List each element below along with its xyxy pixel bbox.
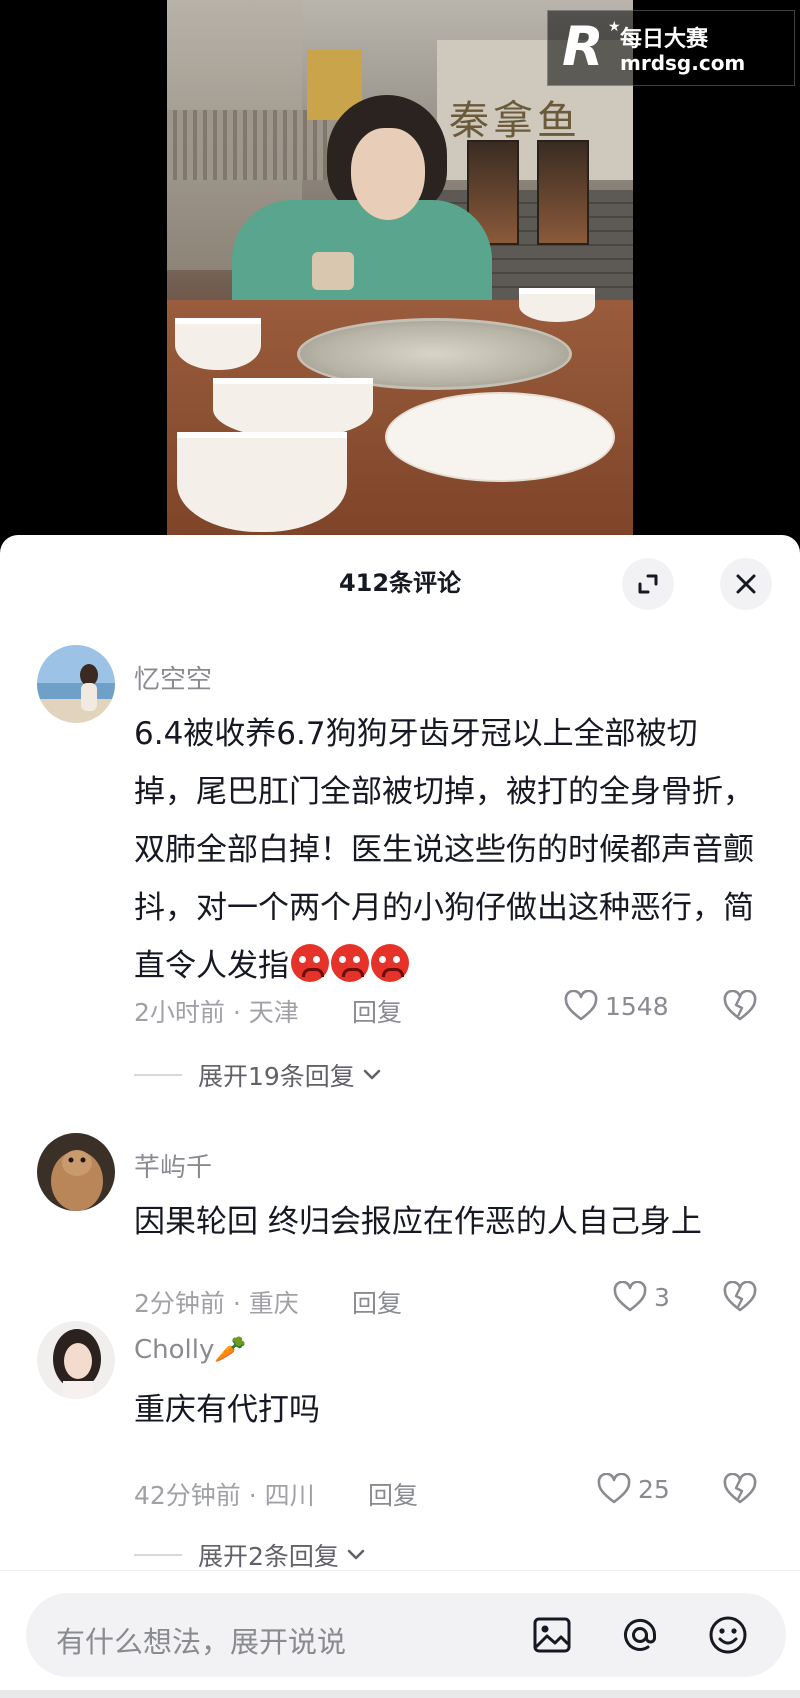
- close-icon: [736, 574, 756, 594]
- comment-username[interactable]: 芊屿千: [134, 1147, 212, 1184]
- video-plate: [385, 392, 615, 482]
- video-phone: [312, 252, 354, 290]
- watermark-url: mrdsg.com: [620, 51, 746, 75]
- dislike-button[interactable]: [722, 989, 758, 1026]
- video-bowl: [213, 378, 373, 438]
- comment-input-bar: 有什么想法，展开说说: [0, 1570, 800, 1698]
- avatar-portrait-image: [37, 1321, 115, 1399]
- expand-replies-label: 展开2条回复: [198, 1542, 339, 1571]
- comment-text-content: 6.4被收养6.7狗狗牙齿牙冠以上全部被切掉，尾巴肛门全部被切掉，被打的全身骨折…: [134, 716, 754, 984]
- comment-time-location: 2分钟前 · 重庆: [134, 1289, 299, 1318]
- expand-replies-button[interactable]: 展开19条回复: [134, 1057, 385, 1093]
- comment-username[interactable]: Cholly🥕: [134, 1335, 247, 1365]
- emoji-icon[interactable]: [706, 1613, 750, 1657]
- avatar-beach-image: [37, 645, 115, 723]
- expand-replies-label: 展开19条回复: [198, 1062, 355, 1091]
- expand-replies-button[interactable]: 展开2条回复: [134, 1537, 369, 1573]
- angry-face-icon: [371, 944, 409, 982]
- broken-heart-icon: [723, 1280, 757, 1312]
- like-count: 25: [638, 1474, 670, 1504]
- comment-text: 因果轮回 终归会报应在作恶的人自己身上: [134, 1204, 702, 1240]
- video-menu-poster: [537, 140, 589, 245]
- like-count: 3: [654, 1282, 670, 1312]
- dislike-button[interactable]: [722, 1472, 758, 1509]
- expand-icon: [638, 574, 658, 594]
- comment-text: 重庆有代打吗: [134, 1392, 320, 1428]
- like-button[interactable]: 3: [612, 1281, 670, 1313]
- divider-line: [134, 1074, 182, 1076]
- comment-input[interactable]: 有什么想法，展开说说: [26, 1593, 786, 1677]
- expand-button[interactable]: [622, 558, 674, 610]
- heart-icon: [613, 1281, 647, 1312]
- image-icon[interactable]: [530, 1613, 574, 1657]
- avatar-animal-image: [37, 1133, 115, 1211]
- watermark: R ★ 每日大赛 mrdsg.com: [547, 10, 795, 86]
- comment-username[interactable]: 忆空空: [134, 659, 212, 696]
- comment-input-placeholder: 有什么想法，展开说说: [56, 1625, 347, 1659]
- heart-icon: [564, 990, 598, 1021]
- comment-time-location: 2小时前 · 天津: [134, 998, 299, 1027]
- comment-time-location: 42分钟前 · 四川: [134, 1481, 315, 1510]
- video-wall-slats: [167, 110, 332, 180]
- like-count: 1548: [605, 991, 669, 1021]
- comment-sheet: 412条评论 忆空空 6.4被收养6.7狗狗牙齿牙冠以上全部被切掉，尾巴肛门全部…: [0, 535, 800, 1698]
- video-bowl: [177, 432, 347, 532]
- broken-heart-icon: [723, 989, 757, 1021]
- avatar[interactable]: [37, 645, 115, 723]
- avatar[interactable]: [37, 1133, 115, 1211]
- reply-button[interactable]: 回复: [368, 1476, 418, 1512]
- heart-icon: [597, 1473, 631, 1504]
- watermark-brand: 每日大赛: [620, 27, 709, 52]
- video-person-body: [232, 200, 492, 310]
- divider-line: [134, 1554, 182, 1556]
- chevron-down-icon: [347, 1549, 365, 1560]
- video-person-face: [351, 128, 425, 220]
- angry-face-icon: [291, 944, 329, 982]
- bottom-edge: [0, 1690, 800, 1698]
- watermark-star-icon: ★: [608, 19, 621, 35]
- angry-face-icon: [331, 944, 369, 982]
- avatar[interactable]: [37, 1321, 115, 1399]
- video-bowl: [519, 288, 595, 322]
- comment-count-title: 412条评论: [338, 569, 462, 597]
- like-button[interactable]: 1548: [563, 990, 669, 1022]
- video-sign-text: 秦拿鱼: [449, 98, 581, 144]
- chevron-down-icon: [363, 1069, 381, 1080]
- comment-text: 6.4被收养6.7狗狗牙齿牙冠以上全部被切掉，尾巴肛门全部被切掉，被打的全身骨折…: [134, 705, 754, 995]
- like-button[interactable]: 25: [596, 1473, 670, 1505]
- watermark-logo: R: [562, 15, 604, 78]
- reply-button[interactable]: 回复: [352, 993, 402, 1029]
- video-bowl: [175, 318, 261, 370]
- at-icon[interactable]: [618, 1613, 662, 1657]
- reply-button[interactable]: 回复: [352, 1284, 402, 1320]
- broken-heart-icon: [723, 1472, 757, 1504]
- dislike-button[interactable]: [722, 1280, 758, 1317]
- close-button[interactable]: [720, 558, 772, 610]
